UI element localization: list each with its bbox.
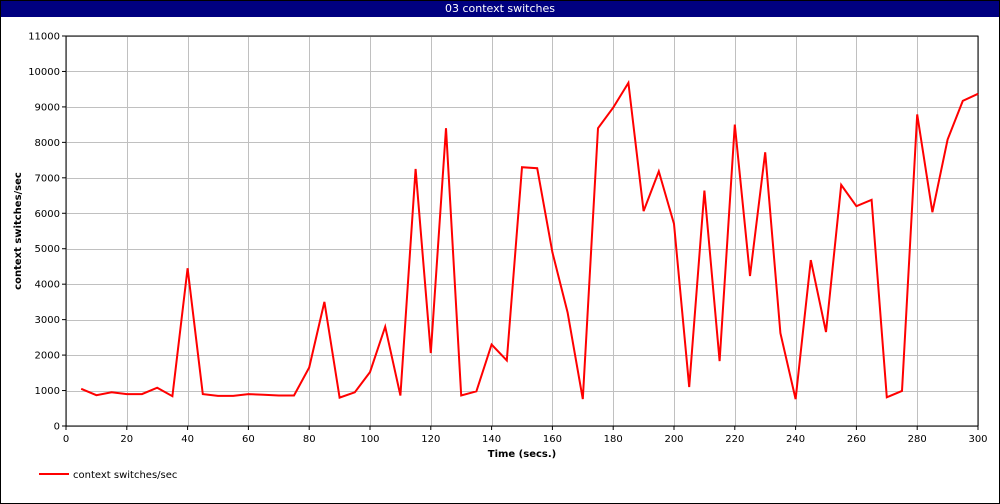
x-tick-label: 260: [847, 434, 866, 445]
y-tick-label: 9000: [35, 102, 60, 113]
y-axis-label: context switches/sec: [13, 172, 24, 290]
x-tick-label: 80: [303, 434, 316, 445]
y-axis-ticks: 0 1000 2000 3000 4000 5000 6000 7000 8000 9000 100…: [28, 32, 66, 433]
x-tick-label: 160: [543, 434, 562, 445]
y-tick-label: 5000: [35, 244, 60, 255]
y-tick-label: 0: [54, 422, 60, 433]
x-tick-label: 280: [908, 434, 927, 445]
x-tick-label: 180: [604, 434, 623, 445]
y-tick-label: 6000: [35, 209, 60, 220]
line-chart: 0 20 40 60 80 100 120 140 160 180 200 220 240 260 280 3…: [13, 32, 988, 482]
y-tick-label: 2000: [35, 351, 60, 362]
x-tick-label: 300: [968, 434, 987, 445]
legend: context switches/sec: [39, 470, 177, 481]
x-tick-label: 0: [63, 434, 69, 445]
y-tick-label: 7000: [35, 173, 60, 184]
y-tick-label: 8000: [35, 138, 60, 149]
x-axis-ticks: 0 20 40 60 80 100 120 140 160 180 200 220 240 260 280 3…: [63, 426, 988, 445]
x-tick-label: 20: [120, 434, 133, 445]
y-tick-label: 1000: [35, 386, 60, 397]
plot-area: [66, 36, 978, 426]
y-tick-label: 3000: [35, 315, 60, 326]
legend-label: context switches/sec: [73, 470, 177, 481]
x-tick-label: 40: [181, 434, 194, 445]
x-tick-label: 60: [242, 434, 255, 445]
x-tick-label: 140: [482, 434, 501, 445]
x-tick-label: 120: [421, 434, 440, 445]
y-tick-label: 10000: [28, 67, 60, 78]
y-tick-label: 4000: [35, 280, 60, 291]
x-tick-label: 240: [786, 434, 805, 445]
x-tick-label: 200: [664, 434, 683, 445]
x-tick-label: 220: [725, 434, 744, 445]
chart-title: 03 context switches: [1, 1, 999, 17]
x-axis-label: Time (secs.): [488, 449, 557, 460]
y-tick-label: 11000: [28, 32, 60, 43]
x-tick-label: 100: [360, 434, 379, 445]
chart-window: 03 context switches 0 20 40 60 80 100 120 140 16…: [0, 0, 1000, 504]
